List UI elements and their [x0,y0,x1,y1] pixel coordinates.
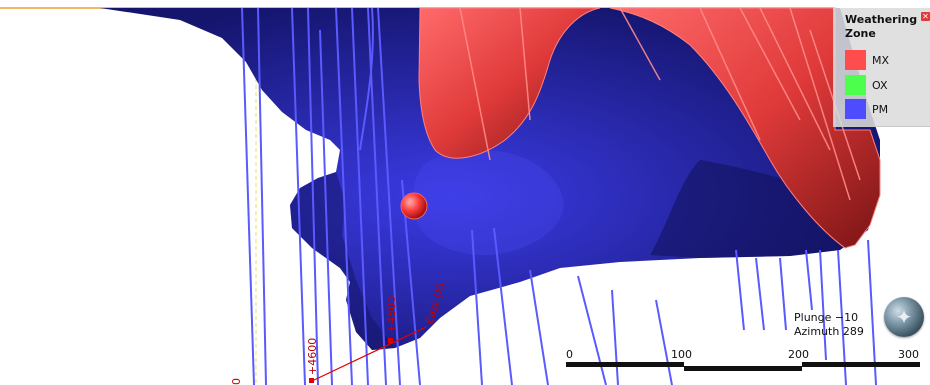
legend-label-mx: MX [872,53,890,67]
legend-swatch-ox [845,75,866,95]
legend-panel: WeatheringZone ✕ MX OX PM [833,8,930,127]
orientation-readout: Plunge −10 Azimuth 289 [794,311,864,339]
legend-swatch-pm [845,99,866,119]
legend-label-ox: OX [872,78,888,92]
compass-glyph: ✦ [895,305,913,329]
scale-bar-segment-3 [802,362,920,367]
legend-item-mx[interactable]: MX [845,50,889,70]
axis-tick-4600-marker [309,378,314,383]
scale-bar-segment-1 [566,362,684,367]
plunge-text: Plunge −10 [794,311,859,324]
axis-tick-4600-label: +4600 [306,338,319,375]
view-compass-icon[interactable]: ✦ [884,297,924,337]
sample-marker[interactable] [400,192,428,220]
scale-bar-segment-2 [684,366,802,371]
3d-viewport[interactable]: +4600 +4800 0 East (X) [0,0,930,385]
legend-label-pm: PM [872,102,889,116]
scale-label-300: 300 [898,348,919,361]
close-icon[interactable]: ✕ [921,12,930,21]
axis-tick-4800-marker [388,338,393,343]
axis-tick-4800-label: +4800 [385,296,398,333]
scale-label-200: 200 [788,348,809,361]
axis-tick-0-label: 0 [230,378,243,385]
scale-label-0: 0 [566,348,573,361]
azimuth-text: Azimuth 289 [794,325,864,338]
legend-title: WeatheringZone [845,13,918,40]
legend-item-ox[interactable]: OX [845,75,888,95]
legend-swatch-mx [845,50,866,70]
scale-label-100: 100 [671,348,692,361]
legend-item-pm[interactable]: PM [845,99,888,119]
